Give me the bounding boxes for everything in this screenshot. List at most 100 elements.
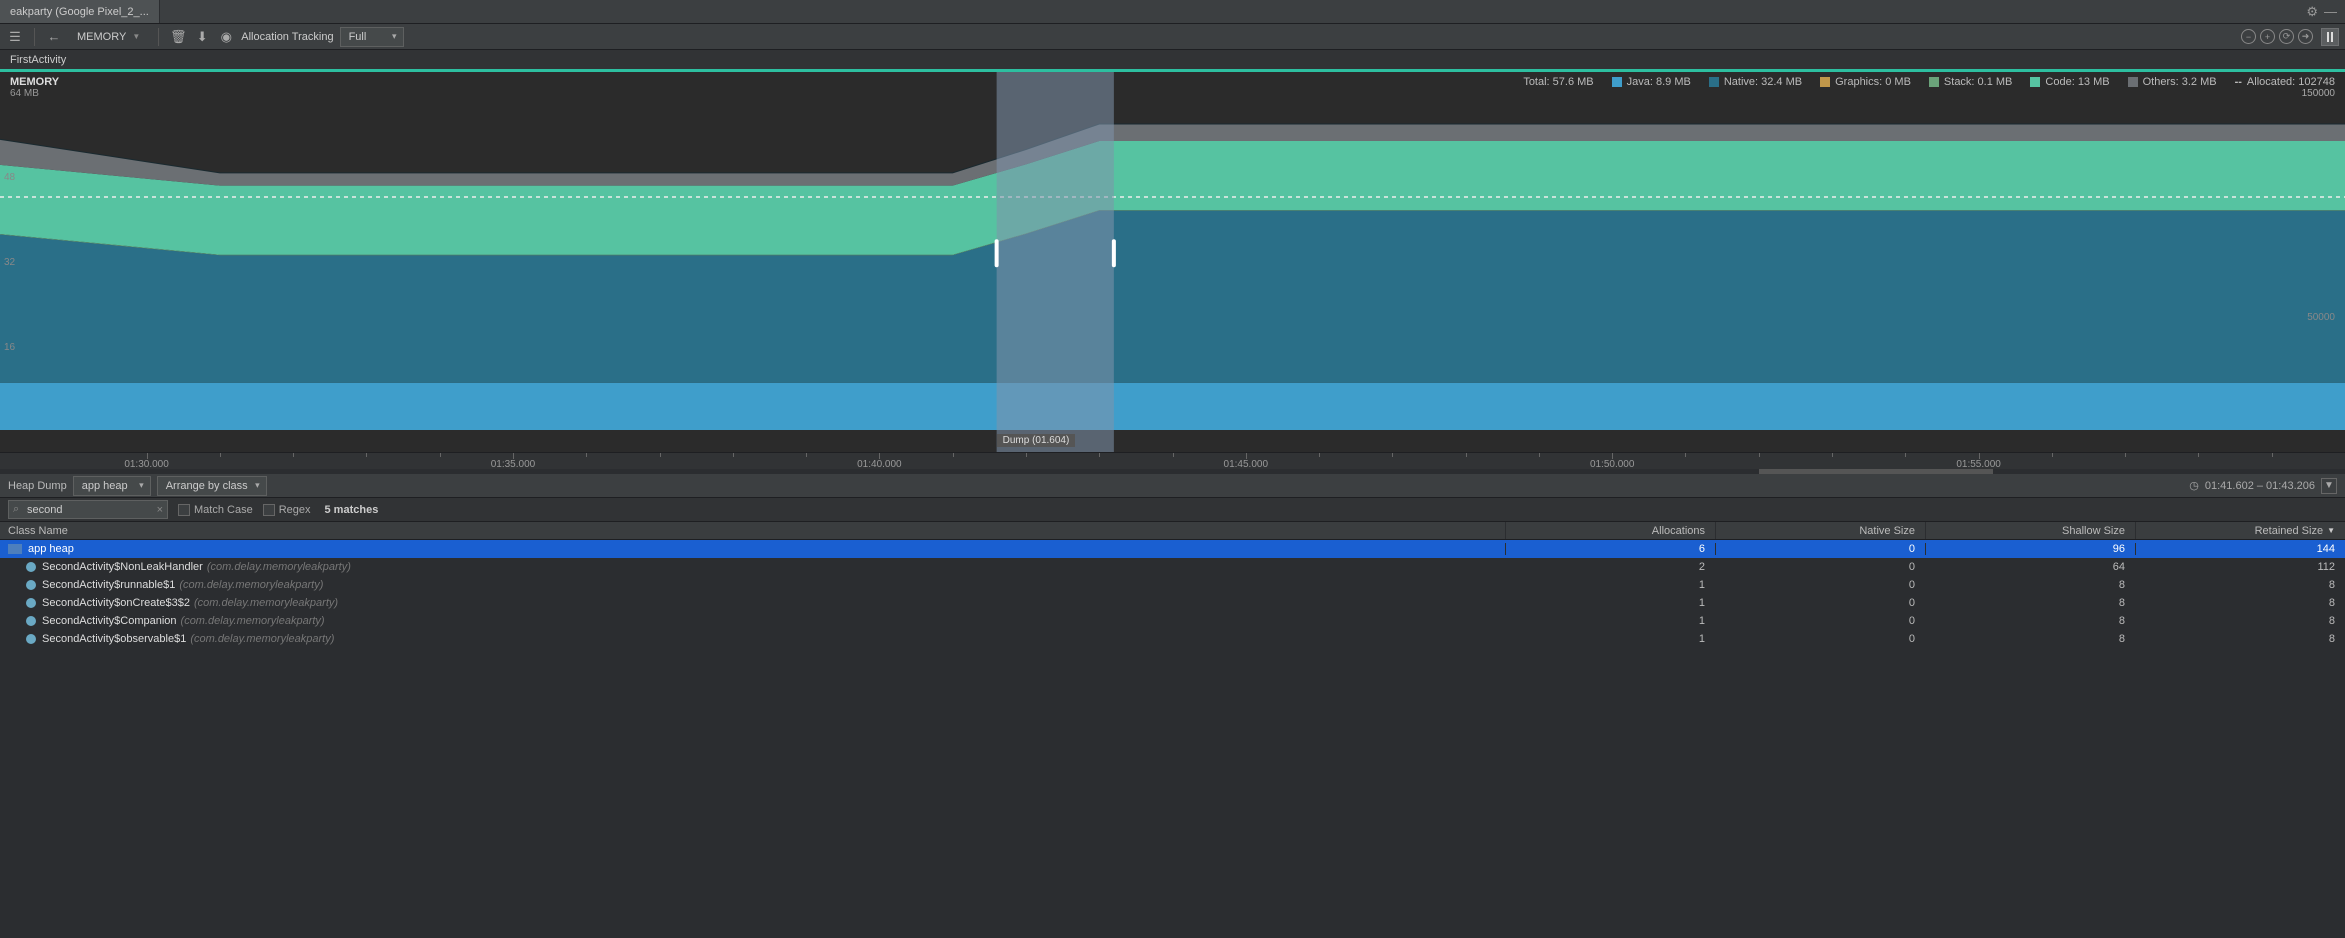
settings-icon[interactable]: ⚙	[2306, 4, 2318, 20]
chart-title: MEMORY	[10, 76, 59, 88]
legend-total: Total: 57.6 MB	[1523, 76, 1593, 88]
heap-search-row: ⌕ second × Match Case Regex 5 matches	[0, 498, 2345, 522]
row-package: (com.delay.memoryleakparty)	[179, 579, 323, 591]
col-allocations[interactable]: Allocations	[1505, 522, 1715, 539]
profiler-toolbar: ☰ ← MEMORY ▼ 🗑 ⬇ ◉ Allocation Tracking F…	[0, 24, 2345, 50]
minimize-icon[interactable]: —	[2324, 4, 2337, 19]
alloc-mode-select[interactable]: Full	[340, 27, 404, 47]
sessions-icon[interactable]: ☰	[6, 28, 24, 46]
row-retained-size: 8	[2135, 633, 2345, 645]
col-class-name[interactable]: Class Name	[0, 522, 1505, 539]
row-retained-size: 8	[2135, 579, 2345, 591]
right-axis-mid: 50000	[2307, 312, 2335, 323]
legend-others: Others: 3.2 MB	[2143, 76, 2217, 88]
row-native-size: 0	[1715, 633, 1925, 645]
heap-select-value: app heap	[82, 480, 128, 492]
row-shallow-size: 8	[1925, 579, 2135, 591]
zoom-out-icon[interactable]: −	[2241, 29, 2256, 44]
row-package: (com.delay.memoryleakparty)	[194, 597, 338, 609]
tab-bar: eakparty (Google Pixel_2_... ⚙ —	[0, 0, 2345, 24]
dump-badge: Dump (01.604)	[997, 434, 1076, 447]
legend-stack: Stack: 0.1 MB	[1944, 76, 2012, 88]
row-shallow-size: 8	[1925, 615, 2135, 627]
legend-graphics: Graphics: 0 MB	[1835, 76, 1911, 88]
row-allocations: 1	[1505, 597, 1715, 609]
time-range: 01:41.602 – 01:43.206	[2205, 480, 2315, 492]
row-allocations: 2	[1505, 561, 1715, 573]
search-icon: ⌕	[13, 503, 19, 516]
col-retained-size[interactable]: Retained Size▼	[2135, 522, 2345, 539]
row-allocations: 1	[1505, 615, 1715, 627]
profiler-view-dropdown[interactable]: MEMORY ▼	[69, 27, 148, 47]
timeline-tick-label: 01:50.000	[1590, 459, 1635, 470]
class-icon	[26, 616, 36, 626]
search-input[interactable]: ⌕ second ×	[8, 500, 168, 519]
trash-icon[interactable]: 🗑	[169, 28, 187, 46]
heap-toolbar: Heap Dump app heap Arrange by class ◷ 01…	[0, 474, 2345, 498]
arrange-select-value: Arrange by class	[166, 480, 248, 492]
col-native-size[interactable]: Native Size	[1715, 522, 1925, 539]
col-shallow-size[interactable]: Shallow Size	[1925, 522, 2135, 539]
match-case-checkbox[interactable]: Match Case	[178, 504, 253, 516]
table-row[interactable]: SecondActivity$Companion (com.delay.memo…	[0, 612, 2345, 630]
tab-title: eakparty (Google Pixel_2_...	[10, 6, 149, 18]
row-retained-size: 8	[2135, 597, 2345, 609]
row-class-name: SecondActivity$observable$1	[42, 633, 186, 645]
heap-dump-label: Heap Dump	[8, 480, 67, 492]
profiler-tab[interactable]: eakparty (Google Pixel_2_...	[0, 0, 160, 23]
row-class-name: SecondActivity$onCreate$3$2	[42, 597, 190, 609]
alloc-mode-value: Full	[349, 31, 367, 43]
row-native-size: 0	[1715, 615, 1925, 627]
row-shallow-size: 64	[1925, 561, 2135, 573]
timeline[interactable]: 01:30.00001:35.00001:40.00001:45.00001:5…	[0, 452, 2345, 474]
class-icon	[26, 580, 36, 590]
timeline-tick-label: 01:40.000	[857, 459, 902, 470]
table-row[interactable]: SecondActivity$observable$1 (com.delay.m…	[0, 630, 2345, 648]
sort-desc-icon: ▼	[2327, 526, 2335, 535]
ytick-48: 48	[4, 172, 15, 183]
timeline-tick-label: 01:55.000	[1956, 459, 2001, 470]
class-icon	[26, 562, 36, 572]
regex-checkbox[interactable]: Regex	[263, 504, 311, 516]
row-class-name: SecondActivity$Companion	[42, 615, 177, 627]
row-native-size: 0	[1715, 579, 1925, 591]
row-allocations: 1	[1505, 633, 1715, 645]
right-axis-top: 150000	[1523, 88, 2335, 99]
back-icon[interactable]: ←	[45, 28, 63, 46]
row-native-size: 0	[1715, 561, 1925, 573]
row-class-name: app heap	[28, 543, 74, 555]
row-retained-size: 112	[2135, 561, 2345, 573]
clear-icon[interactable]: ×	[157, 504, 163, 516]
row-package: (com.delay.memoryleakparty)	[207, 561, 351, 573]
row-shallow-size: 8	[1925, 597, 2135, 609]
table-row[interactable]: app heap 6 0 96 144	[0, 540, 2345, 558]
clock-icon: ◷	[2189, 479, 2199, 492]
table-row[interactable]: SecondActivity$onCreate$3$2 (com.delay.m…	[0, 594, 2345, 612]
timeline-tick-label: 01:35.000	[491, 459, 536, 470]
match-case-label: Match Case	[194, 504, 253, 516]
record-icon[interactable]: ◉	[217, 28, 235, 46]
row-native-size: 0	[1715, 543, 1925, 555]
heap-select[interactable]: app heap	[73, 476, 151, 496]
legend-native: Native: 32.4 MB	[1724, 76, 1802, 88]
zoom-reset-icon[interactable]: ⟳	[2279, 29, 2294, 44]
row-package: (com.delay.memoryleakparty)	[181, 615, 325, 627]
folder-icon	[8, 544, 22, 554]
row-retained-size: 144	[2135, 543, 2345, 555]
heap-dump-icon[interactable]: ⬇	[193, 28, 211, 46]
timeline-tick-label: 01:30.000	[124, 459, 169, 470]
arrange-select[interactable]: Arrange by class	[157, 476, 267, 496]
row-native-size: 0	[1715, 597, 1925, 609]
pause-button[interactable]	[2321, 28, 2339, 46]
filter-icon[interactable]: ▼	[2321, 478, 2337, 494]
row-class-name: SecondActivity$NonLeakHandler	[42, 561, 203, 573]
row-class-name: SecondActivity$runnable$1	[42, 579, 175, 591]
chart-canvas[interactable]	[0, 72, 2345, 452]
go-live-icon[interactable]: ➜	[2298, 29, 2313, 44]
table-row[interactable]: SecondActivity$runnable$1 (com.delay.mem…	[0, 576, 2345, 594]
row-shallow-size: 96	[1925, 543, 2135, 555]
class-icon	[26, 598, 36, 608]
zoom-in-icon[interactable]: +	[2260, 29, 2275, 44]
table-row[interactable]: SecondActivity$NonLeakHandler (com.delay…	[0, 558, 2345, 576]
memory-chart[interactable]: MEMORY 64 MB Total: 57.6 MB Java: 8.9 MB…	[0, 72, 2345, 452]
